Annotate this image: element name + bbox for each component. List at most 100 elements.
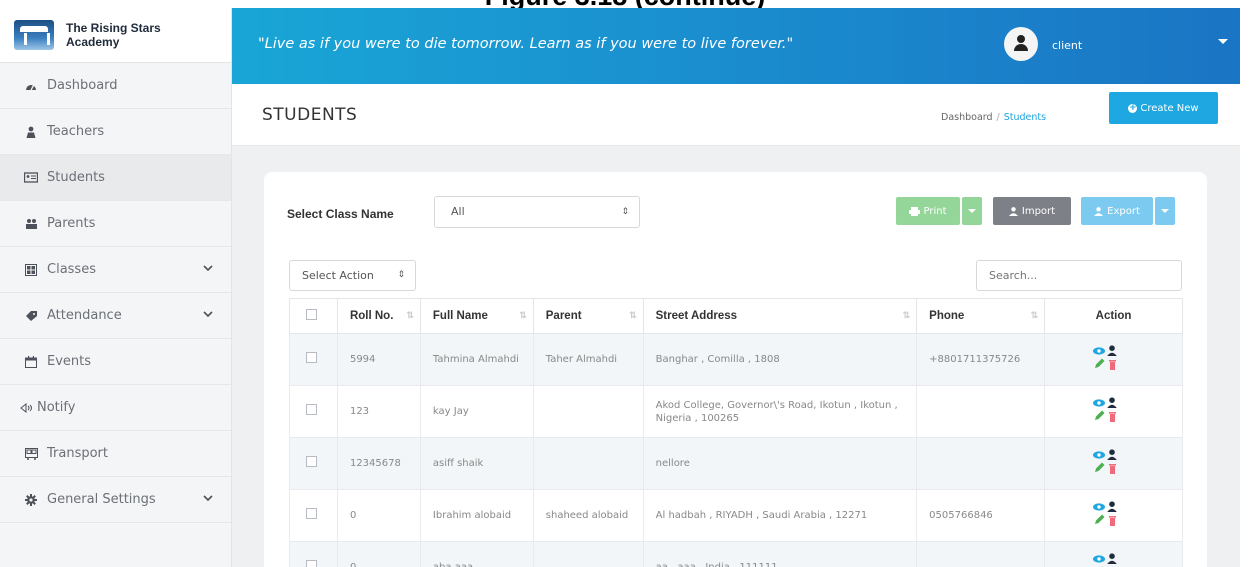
row-actions (1044, 541, 1183, 567)
view-eye-icon[interactable] (1093, 554, 1106, 563)
cell-street-address: nellore (642, 437, 918, 490)
import-button[interactable]: Import (993, 197, 1071, 225)
students-card: Select Class Name All ⇕ Print Import Exp… (264, 172, 1207, 567)
sidebar-item-label: Parents (47, 216, 96, 231)
page-title: STUDENTS (262, 105, 358, 125)
view-eye-icon[interactable] (1093, 450, 1106, 459)
cell-parent: Taher Almahdi (532, 333, 644, 386)
delete-trash-icon[interactable] (1109, 359, 1117, 370)
chevron-down-icon[interactable] (203, 308, 213, 321)
profile-user-icon[interactable] (1107, 500, 1117, 512)
user-icon (1008, 206, 1018, 216)
sort-icon[interactable]: ⇅ (903, 310, 911, 321)
caret-down-icon (968, 209, 976, 213)
row-select-cell (289, 541, 338, 567)
user-name[interactable]: client (1052, 39, 1082, 52)
chevron-down-icon[interactable] (203, 262, 213, 275)
cell-parent: shaheed alobaid (532, 489, 644, 542)
bulk-action-value: Select Action (302, 269, 374, 282)
column-header-full-name[interactable]: Full Name ⇅ (419, 298, 534, 334)
delete-trash-icon[interactable] (1109, 463, 1117, 474)
column-header-roll[interactable]: Roll No. ⇅ (336, 298, 421, 334)
sidebar-item-transport[interactable]: Transport (0, 431, 231, 477)
breadcrumb-separator: / (996, 112, 1000, 123)
row-select-cell (289, 385, 338, 438)
sidebar-item-teachers[interactable]: Teachers (0, 109, 231, 155)
export-label: Export (1107, 205, 1140, 217)
row-select-cell (289, 489, 338, 542)
cell-parent (532, 437, 644, 490)
column-header-action: Action (1044, 298, 1183, 334)
sidebar-item-dashboard[interactable]: Dashboard (0, 63, 231, 109)
cell-roll: 123 (336, 385, 421, 438)
sort-icon[interactable]: ⇅ (1031, 310, 1039, 321)
breadcrumb-dashboard[interactable]: Dashboard (941, 112, 993, 123)
delete-trash-icon[interactable] (1109, 411, 1117, 422)
motto-quote: "Live as if you were to die tomorrow. Le… (258, 36, 794, 52)
bulk-action-select[interactable]: Select Action ⇕ (289, 260, 416, 291)
cell-parent (532, 385, 644, 438)
print-dropdown-toggle[interactable] (962, 197, 982, 225)
chevron-down-icon[interactable] (203, 492, 213, 505)
calendar-icon (24, 355, 38, 369)
cell-parent (532, 541, 644, 567)
select-all-header[interactable] (289, 298, 338, 334)
column-header-street-address[interactable]: Street Address ⇅ (642, 298, 918, 334)
sidebar-item-parents[interactable]: Parents (0, 201, 231, 247)
sidebar-item-events[interactable]: Events (0, 339, 231, 385)
export-dropdown-toggle[interactable] (1155, 197, 1175, 225)
gear-icon (24, 493, 38, 507)
row-checkbox[interactable] (306, 404, 317, 415)
delete-trash-icon[interactable] (1109, 515, 1117, 526)
view-eye-icon[interactable] (1093, 502, 1106, 511)
cell-street-address: Al hadbah , RIYADH , Saudi Arabia , 1227… (642, 489, 918, 542)
caret-down-icon[interactable] (1218, 39, 1228, 44)
sidebar-item-attendance[interactable]: Attendance (0, 293, 231, 339)
avatar[interactable] (1004, 27, 1038, 61)
profile-user-icon[interactable] (1107, 396, 1117, 408)
top-bar: "Live as if you were to die tomorrow. Le… (232, 8, 1240, 84)
profile-user-icon[interactable] (1107, 448, 1117, 460)
view-eye-icon[interactable] (1093, 346, 1106, 355)
sidebar-item-label: Dashboard (47, 78, 118, 93)
academy-logo-icon (14, 20, 54, 50)
create-new-button[interactable]: + Create New (1109, 92, 1218, 124)
brand[interactable]: The Rising Stars Academy (0, 8, 231, 63)
sidebar-item-label: General Settings (47, 492, 156, 507)
search-input[interactable] (976, 260, 1182, 291)
sidebar-item-students[interactable]: Students (0, 155, 231, 201)
sidebar-item-classes[interactable]: Classes (0, 247, 231, 293)
user-icon-head (1017, 35, 1025, 43)
row-checkbox[interactable] (306, 508, 317, 519)
row-checkbox[interactable] (306, 560, 317, 567)
table-row[interactable]: 0 Ibrahim alobaid shaheed alobaid Al hadbah… (289, 489, 1183, 542)
print-button[interactable]: Print (896, 197, 960, 225)
sidebar-item-notify[interactable]: Notify (0, 385, 231, 431)
edit-pencil-icon[interactable] (1095, 462, 1105, 472)
edit-pencil-icon[interactable] (1095, 410, 1105, 420)
table-row[interactable]: 5994 Tahmina Almahdi Taher Almahdi Banghar … (289, 333, 1183, 386)
sort-icon[interactable]: ⇅ (519, 310, 527, 321)
profile-user-icon[interactable] (1107, 344, 1117, 356)
profile-user-icon[interactable] (1107, 552, 1117, 564)
sidebar-item-general-settings[interactable]: General Settings (0, 477, 231, 523)
class-select[interactable]: All ⇕ (434, 196, 640, 228)
table-row[interactable]: 123 kay Jay Akod College, Governor\'s Road… (289, 385, 1183, 438)
edit-pencil-icon[interactable] (1095, 358, 1105, 368)
cell-street-address: Banghar , Comilla , 1808 (642, 333, 918, 386)
export-button[interactable]: Export (1081, 197, 1153, 225)
table-row[interactable]: 12345678 asiff shaik nellore (289, 437, 1183, 490)
sort-icon[interactable]: ⇅ (406, 310, 414, 321)
cell-full-name: asiff shaik (419, 437, 534, 490)
row-actions (1044, 437, 1183, 490)
row-checkbox[interactable] (306, 456, 317, 467)
sort-icon[interactable]: ⇅ (629, 310, 637, 321)
column-header-phone[interactable]: Phone ⇅ (916, 298, 1046, 334)
column-header-parent[interactable]: Parent ⇅ (532, 298, 644, 334)
edit-pencil-icon[interactable] (1095, 514, 1105, 524)
row-action-icons (1093, 396, 1123, 423)
select-all-checkbox[interactable] (306, 309, 317, 320)
row-checkbox[interactable] (306, 352, 317, 363)
view-eye-icon[interactable] (1093, 398, 1106, 407)
table-row[interactable]: 0aba aaa aa , aaa , India , 111111 (289, 541, 1183, 567)
